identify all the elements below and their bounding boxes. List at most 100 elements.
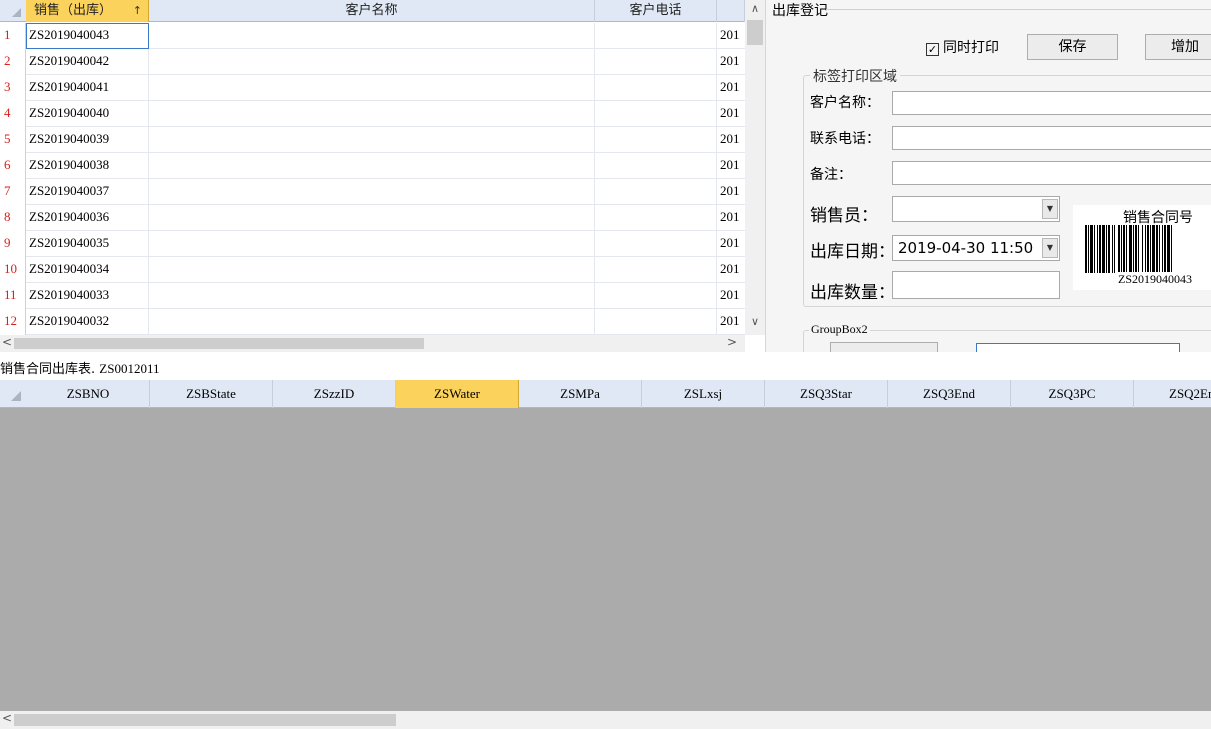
scroll-left-icon[interactable]: < bbox=[2, 335, 12, 349]
vertical-scrollbar[interactable]: ∧ ∨ bbox=[745, 0, 765, 335]
scroll-up-icon[interactable]: ∧ bbox=[745, 2, 765, 15]
cell-customer-phone[interactable] bbox=[595, 283, 717, 309]
row-number[interactable]: 6 bbox=[0, 153, 26, 179]
cell-customer-phone[interactable] bbox=[595, 205, 717, 231]
cell-sales-code[interactable]: ZS2019040041 bbox=[26, 75, 149, 101]
table-row[interactable]: 11 ZS2019040033 201 bbox=[0, 283, 745, 309]
row-number[interactable]: 11 bbox=[0, 283, 26, 309]
cell-sales-code[interactable]: ZS2019040037 bbox=[26, 179, 149, 205]
cell-date[interactable]: 201 bbox=[717, 205, 745, 231]
table-row[interactable]: 1 ZS2019040043 201 bbox=[0, 23, 745, 49]
row-number[interactable]: 4 bbox=[0, 101, 26, 127]
row-number[interactable]: 9 bbox=[0, 231, 26, 257]
column-header-zsq3star[interactable]: ZSQ3Star bbox=[765, 380, 888, 408]
column-header-zsq2end[interactable]: ZSQ2End bbox=[1134, 380, 1211, 408]
select-all-corner[interactable] bbox=[0, 0, 26, 22]
table-row[interactable]: 4 ZS2019040040 201 bbox=[0, 101, 745, 127]
table-row[interactable]: 12 ZS2019040032 201 bbox=[0, 309, 745, 335]
cell-date[interactable]: 201 bbox=[717, 283, 745, 309]
column-header-customer-phone[interactable]: 客户电话 bbox=[595, 0, 717, 22]
row-number[interactable]: 3 bbox=[0, 75, 26, 101]
quantity-input[interactable] bbox=[892, 271, 1060, 299]
cell-sales-code[interactable]: ZS2019040034 bbox=[26, 257, 149, 283]
column-header-zslxsj[interactable]: ZSLxsj bbox=[642, 380, 765, 408]
outbound-detail-grid[interactable]: ZSBNO ZSBState ZSzzID ZSWater ZSMPa ZSLxsj ZSQ… bbox=[0, 380, 1211, 729]
cell-date[interactable]: 201 bbox=[717, 153, 745, 179]
cell-customer-name[interactable] bbox=[149, 283, 595, 309]
row-number[interactable]: 8 bbox=[0, 205, 26, 231]
chevron-down-icon[interactable]: ▼ bbox=[1042, 199, 1058, 219]
column-header-sales-outbound[interactable]: 销售（出库） ↑ bbox=[26, 0, 149, 22]
cell-customer-phone[interactable] bbox=[595, 309, 717, 335]
table-row[interactable]: 10 ZS2019040034 201 bbox=[0, 257, 745, 283]
calendar-dropdown-icon[interactable]: ▼ bbox=[1042, 238, 1058, 258]
column-header-zsq3pc[interactable]: ZSQ3PC bbox=[1011, 380, 1134, 408]
cell-customer-name[interactable] bbox=[149, 309, 595, 335]
salesperson-select[interactable]: ▼ bbox=[892, 196, 1060, 222]
cell-date[interactable]: 201 bbox=[717, 49, 745, 75]
table-row[interactable]: 9 ZS2019040035 201 bbox=[0, 231, 745, 257]
cell-sales-code[interactable]: ZS2019040038 bbox=[26, 153, 149, 179]
cell-date[interactable]: 201 bbox=[717, 309, 745, 335]
column-header-zsmpa[interactable]: ZSMPa bbox=[519, 380, 642, 408]
cell-customer-name[interactable] bbox=[149, 205, 595, 231]
column-header-zszzid[interactable]: ZSzzID bbox=[273, 380, 396, 408]
add-button[interactable]: 增加 bbox=[1145, 34, 1211, 60]
groupbox2-input[interactable] bbox=[976, 343, 1180, 352]
horizontal-scroll-thumb[interactable] bbox=[14, 338, 424, 349]
cell-customer-name[interactable] bbox=[149, 75, 595, 101]
cell-customer-name[interactable] bbox=[149, 23, 595, 49]
cell-sales-code[interactable]: ZS2019040032 bbox=[26, 309, 149, 335]
detail-horizontal-scrollbar[interactable]: < bbox=[0, 711, 1211, 729]
cell-sales-code[interactable]: ZS2019040040 bbox=[26, 101, 149, 127]
cell-customer-phone[interactable] bbox=[595, 23, 717, 49]
splitter[interactable] bbox=[0, 352, 1211, 360]
cell-customer-name[interactable] bbox=[149, 153, 595, 179]
cell-date[interactable]: 201 bbox=[717, 23, 745, 49]
column-header-zsbstate[interactable]: ZSBState bbox=[150, 380, 273, 408]
cell-customer-name[interactable] bbox=[149, 231, 595, 257]
column-header-date[interactable] bbox=[717, 0, 745, 22]
cell-date[interactable]: 201 bbox=[717, 179, 745, 205]
customer-name-input[interactable] bbox=[892, 91, 1211, 115]
cell-date[interactable]: 201 bbox=[717, 101, 745, 127]
outbound-date-picker[interactable]: 2019-04-30 11:50 ▼ bbox=[892, 235, 1060, 261]
cell-customer-phone[interactable] bbox=[595, 153, 717, 179]
cell-customer-phone[interactable] bbox=[595, 75, 717, 101]
column-header-zsq3end[interactable]: ZSQ3End bbox=[888, 380, 1011, 408]
sales-outbound-grid[interactable]: 销售（出库） ↑ 客户名称 客户电话 1 ZS2019040043 201 2 ZS20… bbox=[0, 0, 765, 352]
groupbox2-button[interactable] bbox=[830, 342, 938, 352]
scroll-left-icon[interactable]: < bbox=[2, 711, 12, 725]
cell-date[interactable]: 201 bbox=[717, 231, 745, 257]
save-button[interactable]: 保存 bbox=[1027, 34, 1118, 60]
cell-sales-code[interactable]: ZS2019040035 bbox=[26, 231, 149, 257]
cell-customer-phone[interactable] bbox=[595, 231, 717, 257]
cell-customer-phone[interactable] bbox=[595, 257, 717, 283]
row-number[interactable]: 10 bbox=[0, 257, 26, 283]
table-row[interactable]: 3 ZS2019040041 201 bbox=[0, 75, 745, 101]
table-row[interactable]: 8 ZS2019040036 201 bbox=[0, 205, 745, 231]
cell-sales-code[interactable]: ZS2019040033 bbox=[26, 283, 149, 309]
table-row[interactable]: 7 ZS2019040037 201 bbox=[0, 179, 745, 205]
row-number[interactable]: 1 bbox=[0, 23, 26, 49]
cell-date[interactable]: 201 bbox=[717, 75, 745, 101]
column-header-zsbno[interactable]: ZSBNO bbox=[27, 380, 150, 408]
cell-date[interactable]: 201 bbox=[717, 127, 745, 153]
cell-customer-phone[interactable] bbox=[595, 49, 717, 75]
detail-select-all-corner[interactable] bbox=[0, 380, 27, 408]
column-header-zswater[interactable]: ZSWater bbox=[396, 380, 519, 408]
table-row[interactable]: 5 ZS2019040039 201 bbox=[0, 127, 745, 153]
scroll-right-icon[interactable]: > bbox=[727, 335, 737, 349]
cell-date[interactable]: 201 bbox=[717, 257, 745, 283]
cell-customer-name[interactable] bbox=[149, 49, 595, 75]
row-number[interactable]: 7 bbox=[0, 179, 26, 205]
cell-customer-phone[interactable] bbox=[595, 179, 717, 205]
column-header-customer-name[interactable]: 客户名称 bbox=[149, 0, 595, 22]
cell-sales-code[interactable]: ZS2019040039 bbox=[26, 127, 149, 153]
cell-customer-name[interactable] bbox=[149, 101, 595, 127]
cell-customer-name[interactable] bbox=[149, 179, 595, 205]
row-number[interactable]: 2 bbox=[0, 49, 26, 75]
vertical-scroll-thumb[interactable] bbox=[747, 20, 763, 45]
row-number[interactable]: 12 bbox=[0, 309, 26, 335]
cell-sales-code[interactable]: ZS2019040036 bbox=[26, 205, 149, 231]
